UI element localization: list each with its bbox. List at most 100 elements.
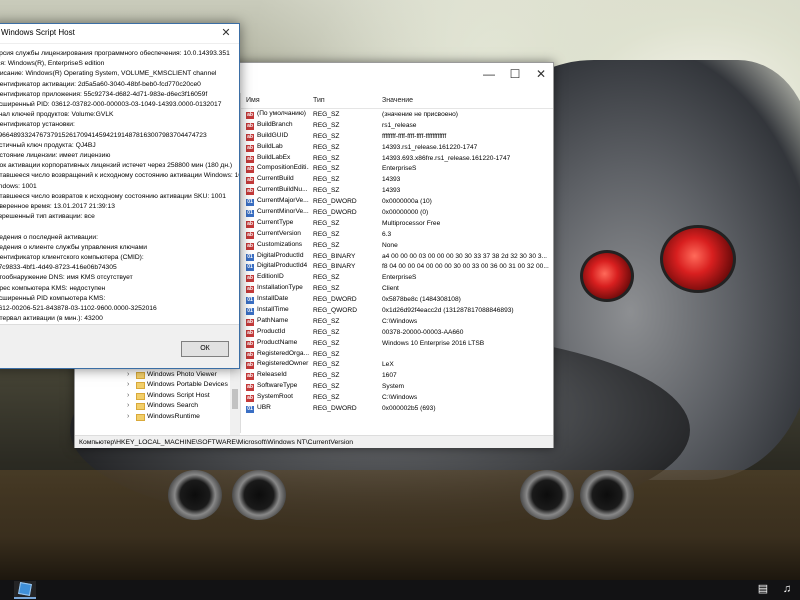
value-name-cell: ab ProductId xyxy=(241,328,309,337)
binary-value-icon: 01 xyxy=(246,307,254,315)
exhaust-left-inner xyxy=(232,470,286,520)
value-row[interactable]: ab CurrentVersion REG_SZ 6.3 xyxy=(241,229,553,240)
ok-button[interactable]: ОК xyxy=(181,341,229,357)
value-name: ProductName xyxy=(257,338,298,346)
binary-value-icon: 01 xyxy=(246,199,254,207)
volume-icon[interactable]: ♫ xyxy=(780,582,794,596)
value-row[interactable]: ab SoftwareType REG_SZ System xyxy=(241,381,553,392)
close-icon[interactable]: ✕ xyxy=(533,67,549,81)
message-line: Идентификатор установки: xyxy=(0,121,75,129)
column-type-header[interactable]: Тип xyxy=(309,97,379,104)
value-row[interactable]: 01 DigitalProductId4 REG_BINARY f8 04 00 00… xyxy=(241,261,553,272)
string-value-icon: ab xyxy=(246,351,254,359)
value-row[interactable]: ab PathName REG_SZ C:\Windows xyxy=(241,316,553,327)
value-data: None xyxy=(382,241,398,249)
value-name-cell: ab CompositionEditi... xyxy=(241,164,309,174)
tree-item-label: Windows Script Host xyxy=(147,391,210,399)
value-row[interactable]: 01 UBR REG_DWORD 0x000002b5 (693) xyxy=(241,403,553,414)
value-row[interactable]: 01 InstallTime REG_QWORD 0x1d26d92f4eacc2d … xyxy=(241,305,553,316)
message-line: Состояние лицензии: имеет лицензию xyxy=(0,152,111,159)
message-line: Windows: 1001 xyxy=(0,182,37,190)
value-row[interactable]: ab CompositionEditi... REG_SZ EnterpriseS xyxy=(241,163,553,174)
string-value-icon: ab xyxy=(246,362,254,370)
value-row[interactable]: ab Customizations REG_SZ None xyxy=(241,240,553,251)
folder-icon xyxy=(136,403,145,410)
value-row[interactable]: ab RegisteredOwner REG_SZ LeX xyxy=(241,359,553,370)
value-type: REG_DWORD xyxy=(313,404,357,412)
value-type: REG_SZ xyxy=(313,219,340,227)
values-list: ab (По умолчанию) REG_SZ (значение не присв… xyxy=(241,109,553,414)
ground xyxy=(0,470,800,580)
message-line: Интервал активации (в мин.): 43200 xyxy=(0,315,103,323)
dialog-titlebar[interactable]: Windows Script Host ✕ xyxy=(0,24,239,44)
value-type: REG_SZ xyxy=(313,372,340,380)
value-row[interactable]: ab EditionID REG_SZ EnterpriseS xyxy=(241,272,553,283)
message-line: Доверенное время: 13.01.2017 21:39:13 xyxy=(0,203,115,210)
value-row[interactable]: ab (По умолчанию) REG_SZ (значение не присв… xyxy=(241,109,553,120)
script-host-icon xyxy=(18,582,32,596)
network-icon[interactable]: ▤ xyxy=(756,582,770,596)
value-data: 14393.693.x86fre.rs1_release.161220-1747 xyxy=(382,154,511,162)
value-row[interactable]: ab BuildGUID REG_SZ ffffffff-ffff-ffff-ffff… xyxy=(241,131,553,142)
scroll-thumb[interactable] xyxy=(232,389,238,409)
value-name: SoftwareType xyxy=(257,382,298,390)
taillight-left xyxy=(580,250,634,302)
tree-item[interactable]: › WindowsRuntime xyxy=(75,412,241,423)
value-row[interactable]: ab CurrentType REG_SZ Multiprocessor Free xyxy=(241,218,553,229)
tree-item[interactable]: › Windows Search xyxy=(75,401,241,412)
value-name-cell: 01 CurrentMajorVe... xyxy=(241,197,309,207)
tree-item[interactable]: › Windows Script Host xyxy=(75,391,241,402)
string-value-icon: ab xyxy=(246,242,254,250)
value-row[interactable]: ab CurrentBuild REG_SZ 14393 xyxy=(241,174,553,185)
value-name: RegisteredOwner xyxy=(257,360,309,368)
tree-item[interactable]: › Windows Photo Viewer xyxy=(75,370,241,381)
value-name-cell: ab CurrentType xyxy=(241,219,309,228)
value-row[interactable]: ab ReleaseId REG_SZ 1607 xyxy=(241,370,553,381)
tree-item[interactable]: › Windows Portable Devices xyxy=(75,380,241,391)
chevron-right-icon[interactable]: › xyxy=(127,391,129,402)
value-row[interactable]: 01 CurrentMajorVe... REG_DWORD 0x0000000a (… xyxy=(241,196,553,207)
value-row[interactable]: ab RegisteredOrga... REG_SZ xyxy=(241,349,553,360)
value-row[interactable]: ab ProductName REG_SZ Windows 10 Enterprise… xyxy=(241,338,553,349)
chevron-right-icon[interactable]: › xyxy=(127,412,129,423)
value-name-cell: 01 UBR xyxy=(241,404,309,413)
column-name-header[interactable]: Имя xyxy=(241,97,309,104)
value-type: REG_SZ xyxy=(313,274,340,282)
value-data: ffffffff-ffff-ffff-ffff-ffffffffffff xyxy=(382,132,447,140)
value-row[interactable]: 01 DigitalProductId REG_BINARY a4 00 00 00 … xyxy=(241,251,553,262)
value-name-cell: 01 InstallTime xyxy=(241,306,309,315)
maximize-icon[interactable]: ☐ xyxy=(507,67,523,81)
message-line: Идентификатор активации: 2d5a5a60-3040-4… xyxy=(0,80,201,88)
value-row[interactable]: ab SystemRoot REG_SZ C:\Windows xyxy=(241,392,553,403)
taskbar-script-host-button[interactable] xyxy=(14,581,36,599)
value-type: REG_DWORD xyxy=(313,198,357,206)
value-row[interactable]: ab BuildLab REG_SZ 14393.rs1_release.161220… xyxy=(241,142,553,153)
value-data: C:\Windows xyxy=(382,317,418,325)
tree-vertical-scrollbar[interactable] xyxy=(230,359,240,437)
value-data: C:\Windows xyxy=(382,394,418,402)
chevron-right-icon[interactable]: › xyxy=(127,370,129,381)
value-data: EnterpriseS xyxy=(382,165,417,173)
value-name: CurrentType xyxy=(257,218,294,226)
value-row[interactable]: ab InstallationType REG_SZ Client xyxy=(241,283,553,294)
value-row[interactable]: ab BuildBranch REG_SZ rs1_release xyxy=(241,120,553,131)
chevron-right-icon[interactable]: › xyxy=(127,401,129,412)
value-row[interactable]: 01 InstallDate REG_DWORD 0x5878be8c (148430… xyxy=(241,294,553,305)
column-data-header[interactable]: Значение xyxy=(379,97,553,104)
minimize-icon[interactable]: — xyxy=(481,67,497,81)
value-row[interactable]: ab CurrentBuildNu... REG_SZ 14393 xyxy=(241,185,553,196)
string-value-icon: ab xyxy=(246,329,254,337)
value-type: REG_SZ xyxy=(313,230,340,238)
value-row[interactable]: ab ProductId REG_SZ 00378-20000-00003-AA660 xyxy=(241,327,553,338)
value-type: REG_BINARY xyxy=(313,263,356,271)
string-value-icon: ab xyxy=(246,155,254,163)
values-header: Имя Тип Значение xyxy=(241,93,553,109)
value-row[interactable]: 01 CurrentMinorVe... REG_DWORD 0x00000000 (… xyxy=(241,207,553,218)
value-row[interactable]: ab BuildLabEx REG_SZ 14393.693.x86fre.rs1_r… xyxy=(241,153,553,164)
message-line: Версия службы лицензирования программног… xyxy=(0,50,230,57)
message-line: Адрес компьютера KMS: недоступен xyxy=(0,284,106,292)
value-data: EnterpriseS xyxy=(382,274,417,282)
close-icon[interactable]: ✕ xyxy=(213,24,239,43)
value-data: a4 00 00 00 03 00 00 00 30 30 33 37 38 2… xyxy=(382,252,547,260)
chevron-right-icon[interactable]: › xyxy=(127,380,129,391)
